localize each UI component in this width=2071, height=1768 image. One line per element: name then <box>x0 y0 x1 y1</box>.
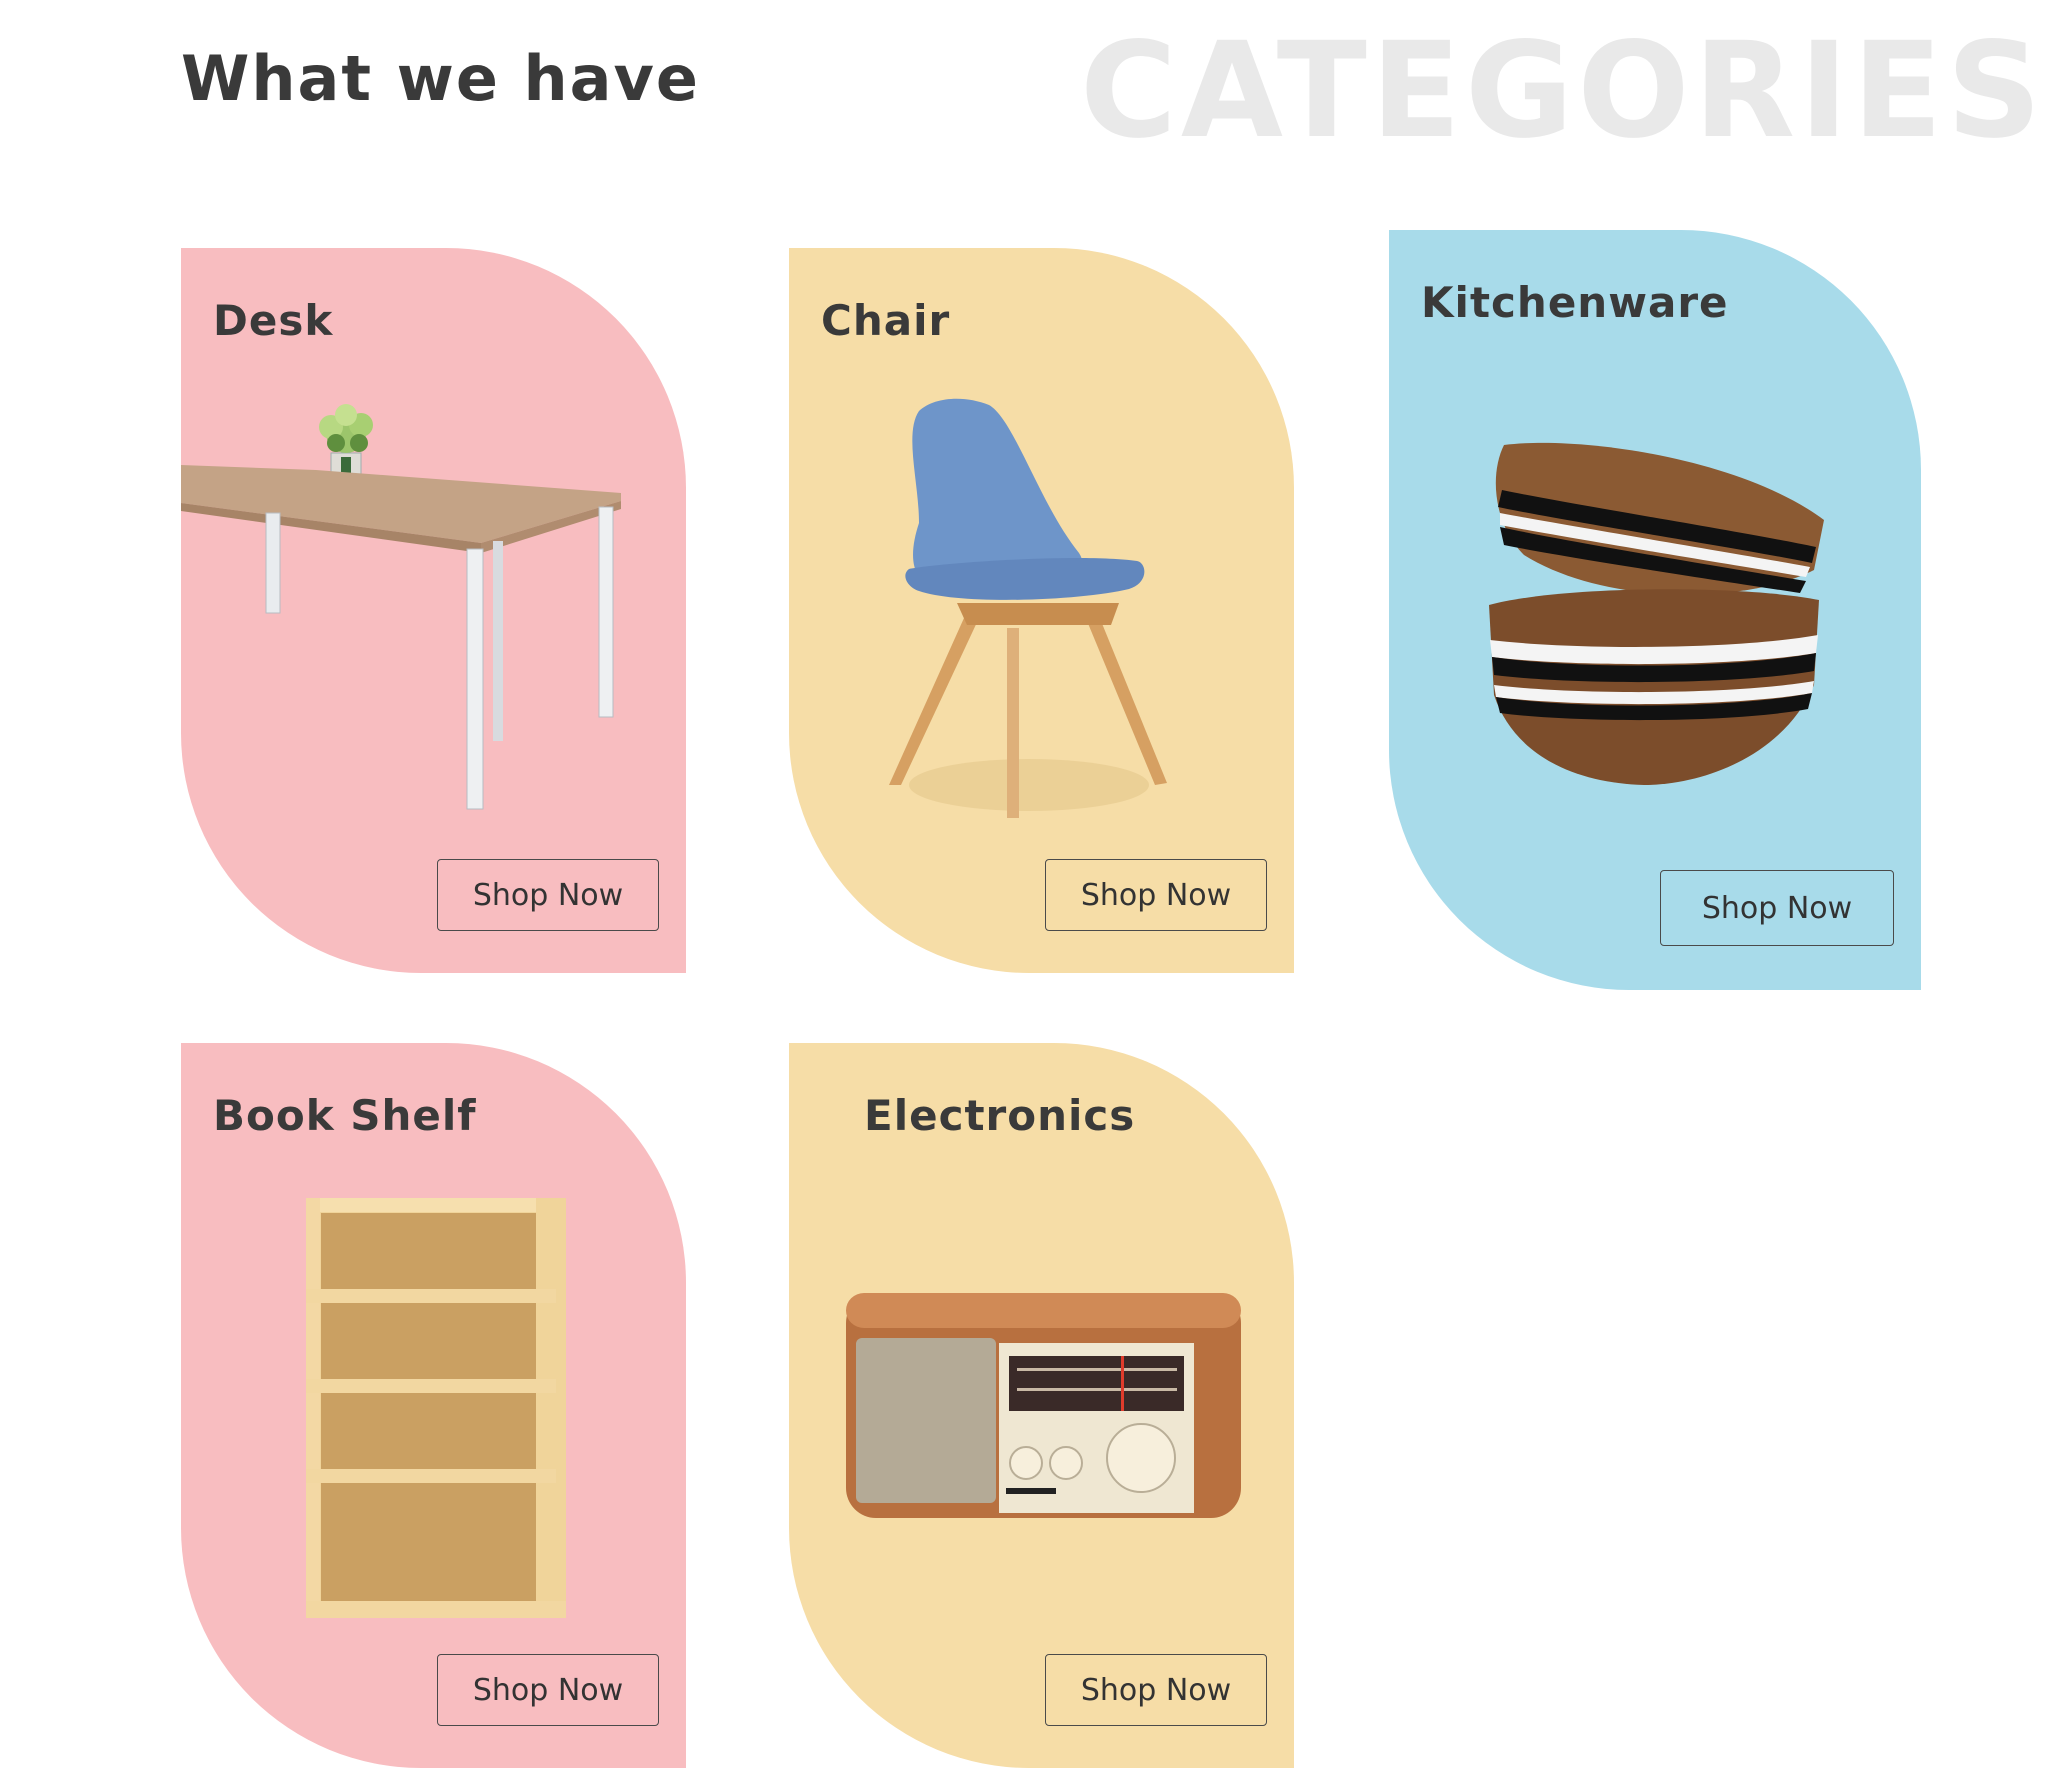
shop-now-button[interactable]: Shop Now <box>437 859 659 931</box>
category-title: Book Shelf <box>213 1091 477 1140</box>
category-title: Chair <box>821 296 951 345</box>
shop-now-button[interactable]: Shop Now <box>1045 1654 1267 1726</box>
bookshelf-image <box>306 1198 566 1618</box>
category-card-electronics[interactable]: Electronics Shop Now <box>789 1043 1294 1768</box>
desk-image <box>181 404 621 810</box>
shop-now-button[interactable]: Shop Now <box>437 1654 659 1726</box>
shop-now-button[interactable]: Shop Now <box>1660 870 1894 946</box>
bowls-image <box>1489 442 1824 785</box>
category-card-desk[interactable]: Desk Shop Now <box>181 248 686 973</box>
category-card-chair[interactable]: Chair Shop Now <box>789 248 1294 973</box>
category-card-kitchenware[interactable]: Kitchenware Shop Now <box>1389 230 1921 990</box>
category-title: Desk <box>213 296 334 345</box>
section-heading: What we have <box>181 42 700 115</box>
background-watermark-text: CATEGORIES <box>1080 14 2046 168</box>
category-title: Electronics <box>864 1091 1136 1140</box>
chair-image <box>889 398 1167 818</box>
category-card-book-shelf[interactable]: Book Shelf Shop Now <box>181 1043 686 1768</box>
radio-image <box>846 1293 1241 1518</box>
category-title: Kitchenware <box>1421 278 1729 327</box>
shop-now-button[interactable]: Shop Now <box>1045 859 1267 931</box>
